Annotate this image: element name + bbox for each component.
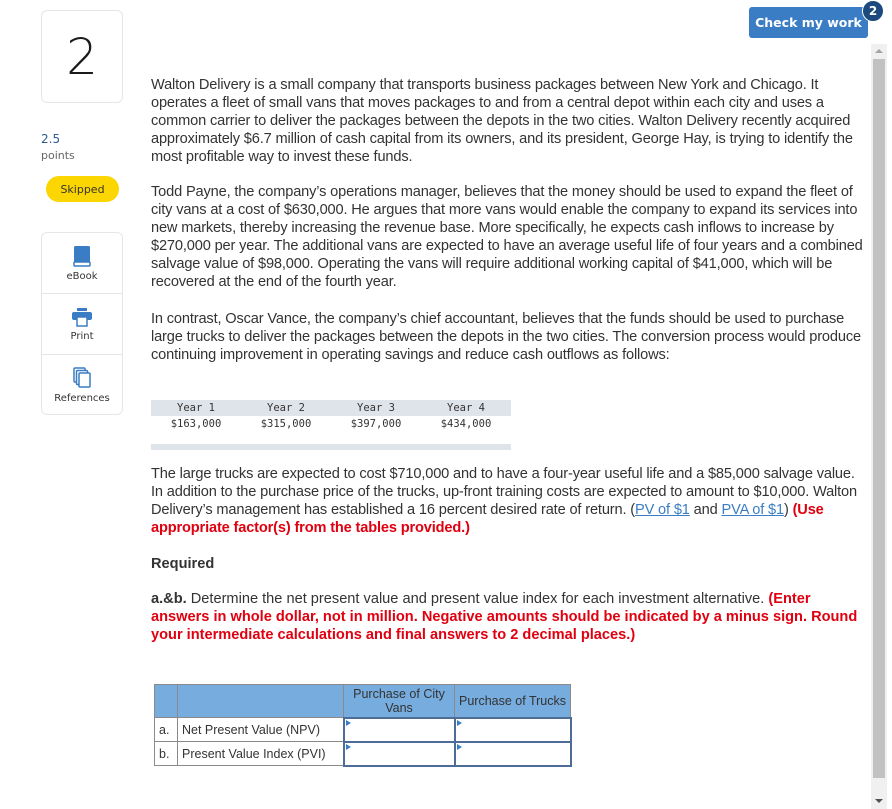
savings-value: $163,000	[170, 418, 222, 430]
question-prompt: a.&b. Determine the net present value an…	[151, 590, 867, 644]
points-value: 2.5	[41, 132, 61, 146]
pvi-trucks-input[interactable]	[455, 743, 570, 764]
year-header: Year 2	[267, 402, 305, 414]
header-blank	[154, 684, 178, 718]
print-button[interactable]: Print	[42, 294, 122, 355]
pvi-vans-cell[interactable]	[342, 740, 456, 767]
pva-table-link[interactable]: PVA of $1	[721, 502, 784, 518]
references-button[interactable]: References	[42, 355, 122, 416]
input-flag-icon	[345, 719, 351, 726]
points-label: points	[41, 149, 75, 162]
and-text: and	[689, 502, 722, 518]
column-header-trucks: Purchase of Trucks	[454, 684, 571, 718]
npv-trucks-input[interactable]	[455, 719, 570, 740]
year-header: Year 3	[357, 402, 395, 414]
question-number: 2	[41, 10, 123, 103]
printer-icon	[71, 307, 93, 327]
attempts-badge: 2	[862, 0, 884, 22]
operating-savings-table: Year 1 Year 2 Year 3 Year 4 $163,000 $31…	[151, 400, 511, 450]
book-icon	[72, 245, 92, 267]
question-label: a.&b.	[151, 591, 187, 607]
input-flag-icon	[456, 743, 462, 750]
npv-vans-input[interactable]	[344, 719, 454, 740]
scrollbar[interactable]	[871, 44, 887, 809]
savings-table-row: $163,000 $315,000 $397,000 $434,000	[151, 416, 511, 432]
header-blank	[177, 684, 344, 718]
npv-trucks-cell[interactable]	[453, 716, 572, 743]
references-label: References	[54, 393, 110, 404]
pvi-trucks-cell[interactable]	[453, 740, 572, 767]
row-letter: b.	[154, 741, 178, 766]
problem-paragraph-4: The large trucks are expected to cost $7…	[151, 465, 867, 537]
table-bottom-bar	[151, 444, 511, 450]
scroll-thumb[interactable]	[873, 59, 885, 778]
savings-value: $315,000	[260, 418, 312, 430]
tools-panel: eBook Print References	[41, 232, 123, 415]
references-icon	[72, 367, 92, 389]
check-my-work-button[interactable]: Check my work	[749, 7, 868, 38]
column-header-city-vans: Purchase of City Vans	[343, 684, 455, 718]
table-row: b. Present Value Index (PVI)	[154, 740, 572, 767]
row-label: Net Present Value (NPV)	[177, 717, 344, 742]
answer-table-header: Purchase of City Vans Purchase of Trucks	[154, 684, 571, 718]
savings-table-header: Year 1 Year 2 Year 3 Year 4	[151, 400, 511, 416]
problem-paragraph-1: Walton Delivery is a small company that …	[151, 77, 853, 165]
year-header: Year 4	[447, 402, 485, 414]
row-letter: a.	[154, 717, 178, 742]
ebook-label: eBook	[66, 270, 98, 282]
scroll-up-arrow-icon[interactable]	[875, 49, 883, 53]
answer-table: Purchase of City Vans Purchase of Trucks…	[154, 684, 572, 767]
scroll-down-arrow-icon[interactable]	[875, 799, 883, 803]
savings-value: $397,000	[350, 418, 402, 430]
pvi-vans-input[interactable]	[344, 743, 454, 764]
ebook-button[interactable]: eBook	[42, 233, 122, 294]
status-badge: Skipped	[46, 176, 119, 202]
question-text: Determine the net present value and pres…	[186, 591, 769, 607]
input-flag-icon	[456, 719, 462, 726]
table-row: a. Net Present Value (NPV)	[154, 716, 572, 743]
print-label: Print	[70, 330, 94, 342]
paren-close: )	[783, 502, 793, 518]
input-flag-icon	[345, 743, 351, 750]
npv-vans-cell[interactable]	[342, 716, 456, 743]
problem-paragraph-3: In contrast, Oscar Vance, the company’s …	[151, 311, 861, 363]
required-heading: Required	[151, 556, 215, 572]
row-label: Present Value Index (PVI)	[177, 741, 344, 766]
problem-paragraph-2: Todd Payne, the company’s operations man…	[151, 184, 863, 290]
pv-table-link[interactable]: PV of $1	[635, 502, 690, 518]
savings-value: $434,000	[440, 418, 492, 430]
year-header: Year 1	[177, 402, 215, 414]
